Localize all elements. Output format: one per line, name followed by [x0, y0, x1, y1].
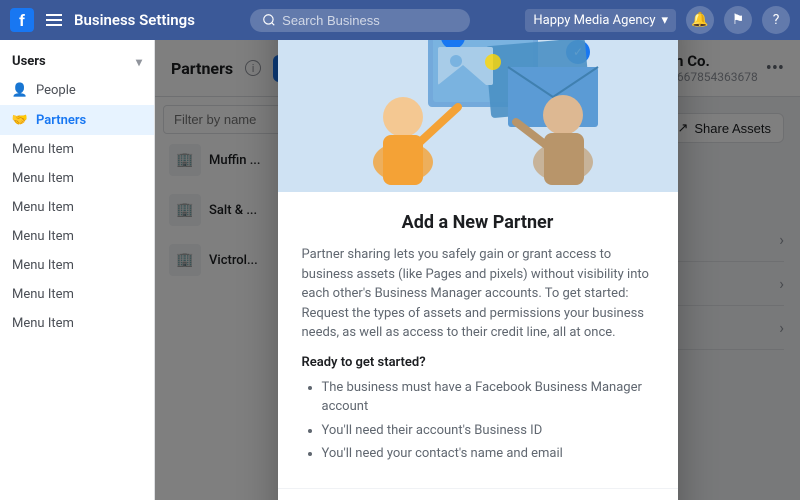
menu3-label: Menu Item: [12, 200, 74, 215]
search-icon: [262, 13, 276, 27]
search-input[interactable]: [282, 13, 442, 28]
chevron-down-icon: ▾: [661, 13, 668, 28]
illustration-svg: ✓ ✓: [308, 40, 648, 187]
sidebar-header: Users ▾: [0, 48, 154, 75]
nav-right: Happy Media Agency ▾ 🔔 ⚑ ?: [525, 6, 790, 34]
help-icon[interactable]: ?: [762, 6, 790, 34]
nav-left: f Business Settings: [10, 8, 195, 32]
main-content: Partners i + Add 🏢 Muffin Co. ID: 490667…: [155, 40, 800, 500]
requirement-2: You'll need their account's Business ID: [322, 421, 654, 441]
sidebar-item-people-label: People: [36, 83, 76, 98]
facebook-logo: f: [10, 8, 34, 32]
collapse-icon[interactable]: ▾: [136, 55, 142, 69]
flag-icon[interactable]: ⚑: [724, 6, 752, 34]
menu2-label: Menu Item: [12, 171, 74, 186]
sidebar-item-menu5[interactable]: Menu Item: [0, 251, 154, 280]
sidebar-item-people[interactable]: 👤 People: [0, 75, 154, 105]
agency-name: Happy Media Agency: [533, 13, 655, 28]
hamburger-menu[interactable]: [42, 10, 66, 30]
requirement-1: The business must have a Facebook Busine…: [322, 378, 654, 417]
sidebar-item-partners-label: Partners: [36, 113, 86, 128]
modal-overlay: ✕ ✓ ✓: [155, 40, 800, 500]
sidebar-item-partners[interactable]: 🤝 Partners: [0, 105, 154, 135]
svg-text:✓: ✓: [447, 40, 457, 44]
menu7-label: Menu Item: [12, 316, 74, 331]
menu4-label: Menu Item: [12, 229, 74, 244]
requirement-3: You'll need your contact's name and emai…: [322, 444, 654, 464]
nav-center: [195, 9, 525, 32]
top-navigation: f Business Settings Happy Media Agency ▾…: [0, 0, 800, 40]
menu1-label: Menu Item: [12, 142, 74, 157]
add-partner-modal: ✕ ✓ ✓: [278, 40, 678, 500]
notifications-icon[interactable]: 🔔: [686, 6, 714, 34]
sidebar-section-users: Users ▾ 👤 People 🤝 Partners Menu Item Me…: [0, 40, 154, 346]
modal-footer: Not Now Get Started: [278, 488, 678, 500]
main-layout: Users ▾ 👤 People 🤝 Partners Menu Item Me…: [0, 40, 800, 500]
menu6-label: Menu Item: [12, 287, 74, 302]
menu5-label: Menu Item: [12, 258, 74, 273]
sidebar-item-menu7[interactable]: Menu Item: [0, 309, 154, 338]
modal-body: Add a New Partner Partner sharing lets y…: [278, 192, 678, 488]
modal-ready-label: Ready to get started?: [302, 355, 654, 370]
people-icon: 👤: [12, 82, 28, 98]
modal-illustration: ✕ ✓ ✓: [278, 40, 678, 192]
sidebar-item-menu2[interactable]: Menu Item: [0, 164, 154, 193]
sidebar-item-menu3[interactable]: Menu Item: [0, 193, 154, 222]
agency-button[interactable]: Happy Media Agency ▾: [525, 9, 676, 32]
modal-requirements-list: The business must have a Facebook Busine…: [302, 378, 654, 464]
sidebar-section-title: Users: [12, 54, 46, 69]
sidebar-item-menu1[interactable]: Menu Item: [0, 135, 154, 164]
partners-icon: 🤝: [12, 112, 28, 128]
sidebar-item-menu4[interactable]: Menu Item: [0, 222, 154, 251]
app-title: Business Settings: [74, 11, 195, 29]
search-bar[interactable]: [250, 9, 470, 32]
modal-description: Partner sharing lets you safely gain or …: [302, 245, 654, 343]
sidebar: Users ▾ 👤 People 🤝 Partners Menu Item Me…: [0, 40, 155, 500]
modal-title: Add a New Partner: [302, 212, 654, 233]
sidebar-item-menu6[interactable]: Menu Item: [0, 280, 154, 309]
